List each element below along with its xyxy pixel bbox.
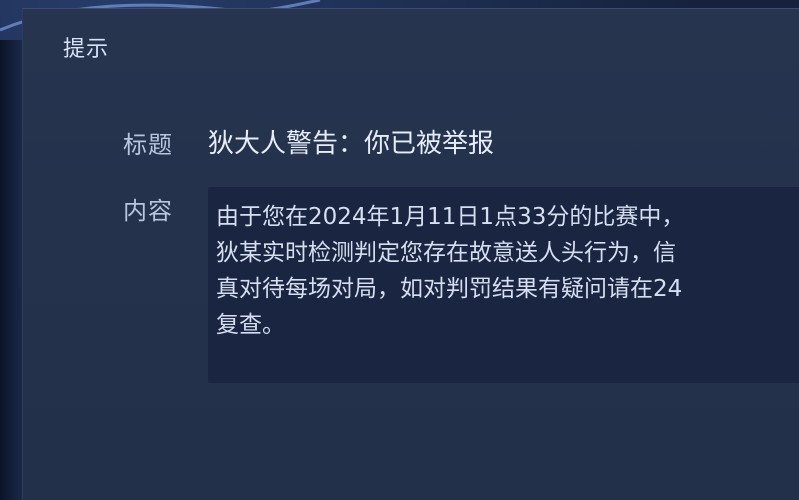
left-edge-strip	[0, 40, 22, 500]
game-backdrop: 提示 标题 狄大人警告：你已被举报 内容 由于您在2024年1月11日1点33分…	[0, 0, 799, 500]
content-line-2: 狄某实时检测判定您存在故意送人头行为，信	[216, 240, 676, 266]
content-field-label: 内容	[123, 197, 173, 225]
notice-dialog: 提示 标题 狄大人警告：你已被举报 内容 由于您在2024年1月11日1点33分…	[22, 8, 799, 500]
content-line-3: 真对待每场对局，如对判罚结果有疑问请在24	[216, 276, 683, 302]
title-field-label: 标题	[123, 131, 173, 159]
message-title: 狄大人警告：你已被举报	[208, 129, 495, 159]
content-line-4: 复查。	[216, 312, 285, 338]
content-line-1: 由于您在2024年1月11日1点33分的比赛中，	[216, 204, 685, 230]
dialog-title: 提示	[63, 37, 110, 62]
message-content-box[interactable]: 由于您在2024年1月11日1点33分的比赛中， 狄某实时检测判定您存在故意送人…	[208, 187, 799, 383]
